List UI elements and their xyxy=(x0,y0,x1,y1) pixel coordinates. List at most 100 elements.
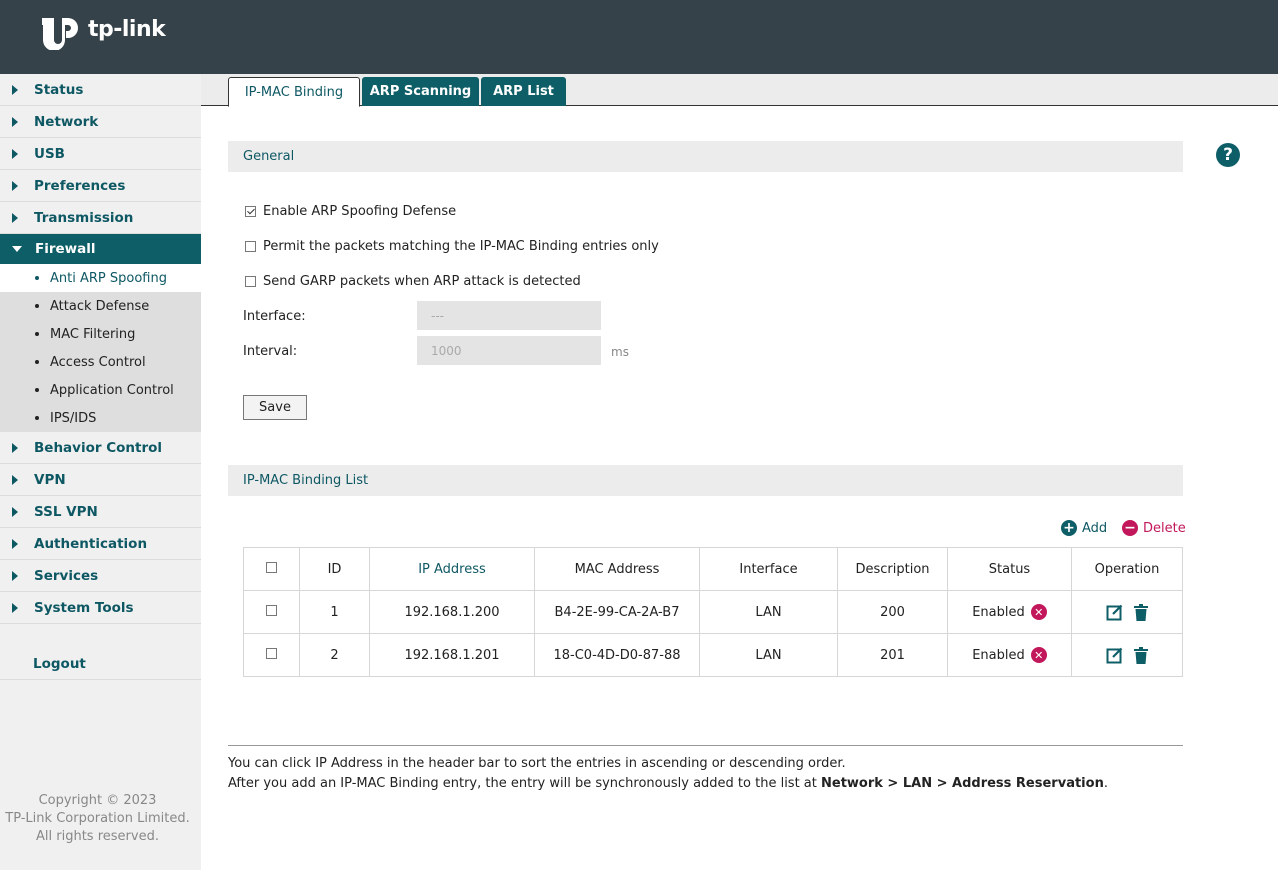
sidebar-item-usb[interactable]: USB xyxy=(0,138,201,170)
row-id: 1 xyxy=(299,590,370,634)
interface-field[interactable] xyxy=(417,301,601,330)
edit-icon[interactable] xyxy=(1106,646,1124,664)
tp-link-logo: tp-link xyxy=(40,8,166,50)
row-interface: LAN xyxy=(699,633,838,677)
delete-button[interactable]: − Delete xyxy=(1122,520,1186,536)
sidebar-item-authentication[interactable]: Authentication xyxy=(0,528,201,560)
tab-bar: IP-MAC Binding ARP Scanning ARP List xyxy=(201,74,1278,107)
sidebar-item-preferences[interactable]: Preferences xyxy=(0,170,201,202)
bullet-icon xyxy=(35,304,39,308)
sidebar-subitem-label: Access Control xyxy=(50,354,146,370)
disable-x-icon[interactable]: ✕ xyxy=(1030,604,1047,620)
bullet-icon xyxy=(35,360,39,364)
sidebar-item-services[interactable]: Services xyxy=(0,560,201,592)
row-status-cell: Enabled ✕ xyxy=(947,590,1072,634)
tab-arp-scanning[interactable]: ARP Scanning xyxy=(362,77,479,106)
copyright-line: All rights reserved. xyxy=(36,829,159,844)
option-permit-matching-packets: Permit the packets matching the IP-MAC B… xyxy=(245,239,659,254)
firewall-submenu: Anti ARP Spoofing Attack Defense MAC Fil… xyxy=(0,264,201,432)
row-ip: 192.168.1.201 xyxy=(369,633,535,677)
edit-icon[interactable] xyxy=(1106,603,1124,621)
sidebar-item-label: Services xyxy=(34,567,99,584)
row-select-cell xyxy=(243,633,300,677)
checkbox-label: Enable ARP Spoofing Defense xyxy=(263,204,457,219)
sidebar-item-label: System Tools xyxy=(34,599,134,616)
bullet-icon xyxy=(35,276,39,280)
interval-label: Interval: xyxy=(243,344,298,359)
sidebar-subitem-access-control[interactable]: Access Control xyxy=(0,348,201,376)
trash-icon[interactable] xyxy=(1134,646,1148,664)
add-button[interactable]: + Add xyxy=(1061,520,1107,536)
sidebar-item-ssl-vpn[interactable]: SSL VPN xyxy=(0,496,201,528)
sidebar-item-network[interactable]: Network xyxy=(0,106,201,138)
caret-right-icon xyxy=(12,506,18,517)
sidebar-subitem-label: IPS/IDS xyxy=(50,410,97,426)
caret-right-icon xyxy=(12,602,18,613)
sidebar-item-behavior-control[interactable]: Behavior Control xyxy=(0,432,201,464)
sidebar-item-label: Preferences xyxy=(34,177,126,194)
row-status: Enabled xyxy=(972,604,1025,620)
tab-arp-list[interactable]: ARP List xyxy=(481,77,566,106)
row-id: 2 xyxy=(299,633,370,677)
sidebar-subitem-label: Anti ARP Spoofing xyxy=(50,270,167,286)
caret-down-icon xyxy=(12,246,22,252)
minus-circle-icon: − xyxy=(1122,520,1138,536)
enable-arp-spoofing-checkbox[interactable] xyxy=(245,206,256,217)
sidebar-item-label: Authentication xyxy=(34,535,148,552)
general-section-header: General xyxy=(228,141,1183,172)
sidebar-subitem-mac-filtering[interactable]: MAC Filtering xyxy=(0,320,201,348)
row-operation-cell xyxy=(1071,590,1183,634)
column-header-interface: Interface xyxy=(699,547,838,591)
checkbox-label: Permit the packets matching the IP-MAC B… xyxy=(263,239,659,254)
sidebar-subitem-label: Application Control xyxy=(50,382,174,398)
sidebar-item-label: SSL VPN xyxy=(34,503,98,520)
help-icon[interactable]: ? xyxy=(1216,143,1240,167)
logo-text: tp-link xyxy=(88,16,166,42)
binding-list-section-header: IP-MAC Binding List xyxy=(228,465,1183,496)
sidebar-item-label: Behavior Control xyxy=(34,439,163,456)
tab-ip-mac-binding[interactable]: IP-MAC Binding xyxy=(228,77,360,107)
trash-icon[interactable] xyxy=(1134,603,1148,621)
sidebar-item-label: Status xyxy=(34,81,84,98)
column-header-operation: Operation xyxy=(1071,547,1183,591)
row-status: Enabled xyxy=(972,647,1025,663)
sidebar-subitem-ips-ids[interactable]: IPS/IDS xyxy=(0,404,201,432)
disable-x-icon[interactable]: ✕ xyxy=(1030,647,1047,663)
sidebar-item-system-tools[interactable]: System Tools xyxy=(0,592,201,624)
caret-right-icon xyxy=(12,442,18,453)
bullet-icon xyxy=(35,388,39,392)
sidebar-item-firewall[interactable]: Firewall xyxy=(0,234,201,264)
column-header-ip-address[interactable]: IP Address xyxy=(369,547,535,591)
sidebar-item-vpn[interactable]: VPN xyxy=(0,464,201,496)
caret-right-icon xyxy=(12,212,18,223)
row-mac: 18-C0-4D-D0-87-88 xyxy=(534,633,700,677)
caret-right-icon xyxy=(12,474,18,485)
caret-right-icon xyxy=(12,570,18,581)
table-header-row: ID IP Address MAC Address Interface Desc… xyxy=(243,547,1183,591)
sidebar-item-status[interactable]: Status xyxy=(0,74,201,106)
select-all-checkbox[interactable] xyxy=(266,561,277,573)
sidebar-subitem-application-control[interactable]: Application Control xyxy=(0,376,201,404)
table-row: 1 192.168.1.200 B4-2E-99-CA-2A-B7 LAN 20… xyxy=(243,590,1183,634)
binding-table: ID IP Address MAC Address Interface Desc… xyxy=(243,547,1183,677)
row-description: 200 xyxy=(837,590,948,634)
row-checkbox[interactable] xyxy=(266,647,277,659)
save-button[interactable]: Save xyxy=(243,395,307,420)
copyright-line: Copyright © 2023 xyxy=(38,793,157,808)
note-line-1: You can click IP Address in the header b… xyxy=(228,756,846,771)
interval-field[interactable] xyxy=(417,336,601,365)
sidebar-item-label: VPN xyxy=(34,471,66,488)
sidebar-item-transmission[interactable]: Transmission xyxy=(0,202,201,234)
sidebar-subitem-attack-defense[interactable]: Attack Defense xyxy=(0,292,201,320)
column-header-id: ID xyxy=(299,547,370,591)
select-all-cell xyxy=(243,547,300,591)
sidebar-subitem-anti-arp-spoofing[interactable]: Anti ARP Spoofing xyxy=(0,264,201,292)
plus-circle-icon: + xyxy=(1061,520,1077,536)
permit-matching-checkbox[interactable] xyxy=(245,241,256,252)
row-checkbox[interactable] xyxy=(266,604,277,616)
top-bar: tp-link xyxy=(0,0,1278,74)
logout-link[interactable]: Logout xyxy=(0,648,201,680)
send-garp-checkbox[interactable] xyxy=(245,276,256,287)
sidebar-item-label: Transmission xyxy=(34,209,134,226)
row-select-cell xyxy=(243,590,300,634)
